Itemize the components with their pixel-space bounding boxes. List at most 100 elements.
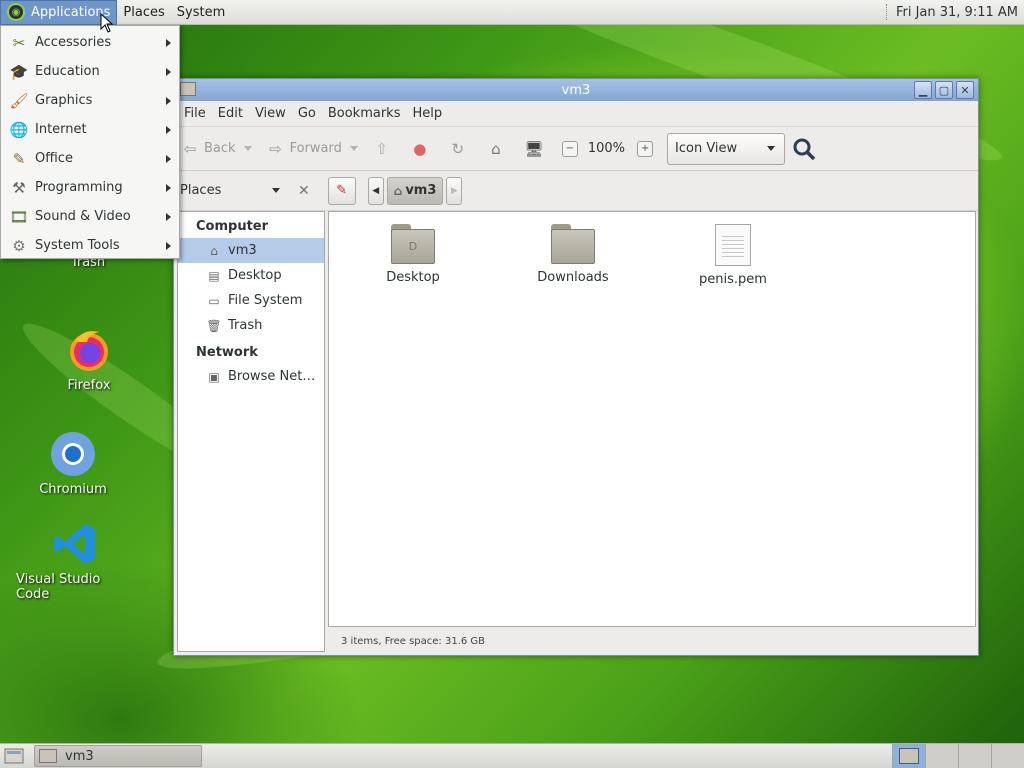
menu-item-label: Accessories	[35, 35, 112, 50]
menu-bookmarks[interactable]: Bookmarks	[322, 106, 407, 121]
desktop-chromium-label: Chromium	[39, 482, 107, 497]
menu-item-sound-video[interactable]: 🎞 Sound & Video	[1, 202, 179, 231]
menu-edit[interactable]: Edit	[212, 106, 249, 121]
submenu-arrow-icon	[166, 96, 171, 105]
workspace-3[interactable]	[958, 744, 991, 768]
workspace-1[interactable]	[892, 744, 925, 768]
workspace-2[interactable]	[925, 744, 958, 768]
folder-icon	[551, 224, 595, 264]
applications-label: Applications	[31, 4, 111, 20]
chevron-down-icon	[272, 188, 280, 193]
submenu-arrow-icon	[166, 125, 171, 134]
view-mode-select[interactable]: Icon View	[667, 132, 786, 165]
submenu-arrow-icon	[166, 38, 171, 47]
internet-icon: 🌐	[9, 120, 29, 139]
sidebar-item-vm3[interactable]: ⌂ vm3	[178, 238, 324, 263]
back-button[interactable]: ⇦ Back	[180, 139, 252, 159]
file-name: penis.pem	[699, 272, 767, 287]
window-title: vm3	[561, 82, 591, 98]
firefox-icon	[70, 331, 108, 371]
maximize-button[interactable]: ▢	[935, 81, 953, 99]
file-item-penis-pem[interactable]: penis.pem	[673, 224, 793, 287]
menu-help[interactable]: Help	[406, 106, 448, 121]
workspace-4[interactable]	[991, 744, 1024, 768]
menu-item-internet[interactable]: 🌐 Internet	[1, 115, 179, 144]
forward-button[interactable]: ⇨ Forward	[266, 139, 358, 159]
bottom-panel: vm3	[0, 743, 1024, 768]
desktop-firefox[interactable]: Firefox	[58, 326, 120, 393]
close-button[interactable]: ✕	[956, 81, 974, 99]
sidebar-item-trash[interactable]: 🗑 Trash	[178, 313, 324, 338]
status-text: 3 items, Free space: 31.6 GB	[341, 635, 486, 647]
sidebar-item-label: vm3	[228, 243, 257, 258]
desktop-chromium[interactable]: Chromium	[38, 430, 108, 497]
menu-file[interactable]: File	[178, 106, 212, 121]
office-icon: ✎	[12, 149, 26, 168]
reload-icon: ↻	[451, 139, 465, 158]
location-bar: Places ✕ ✎ ◀ ⌂ vm3 ▶	[174, 171, 978, 211]
menu-item-system-tools[interactable]: ⚙ System Tools	[1, 231, 179, 260]
file-name: Downloads	[537, 270, 609, 285]
desktop-firefox-label: Firefox	[67, 378, 111, 393]
home-folder-icon	[180, 82, 196, 96]
places-menu-button[interactable]: Places	[117, 0, 170, 25]
stop-button[interactable]: ●	[410, 139, 434, 159]
menu-item-label: Graphics	[35, 93, 93, 108]
sidebar-mode-select[interactable]: Places	[180, 178, 280, 204]
file-manager-window: vm3 ▁ ▢ ✕ File Edit View Go Bookmarks He…	[173, 78, 979, 656]
menu-view[interactable]: View	[249, 106, 292, 121]
zoom-in-button[interactable]: +	[637, 140, 654, 157]
status-bar: 3 items, Free space: 31.6 GB	[328, 631, 485, 651]
menu-item-programming[interactable]: ⚒ Programming	[1, 173, 179, 202]
menu-item-education[interactable]: 🎓 Education	[1, 57, 179, 86]
menu-go[interactable]: Go	[292, 106, 322, 121]
clock[interactable]: Fri Jan 31, 9:11 AM	[885, 4, 1024, 20]
up-button[interactable]: ⇧	[372, 139, 396, 159]
show-desktop-button[interactable]	[2, 745, 26, 767]
home-button[interactable]: ⌂	[486, 139, 510, 159]
mouse-pointer-icon	[100, 13, 114, 33]
menu-item-accessories[interactable]: ✂ Accessories	[1, 28, 179, 57]
menu-item-label: Education	[35, 64, 100, 79]
menu-item-graphics[interactable]: 🖌 Graphics	[1, 86, 179, 115]
chevron-right-icon: ▶	[450, 185, 458, 196]
window-menubar: File Edit View Go Bookmarks Help	[174, 101, 978, 127]
menu-item-office[interactable]: ✎ Office	[1, 144, 179, 173]
close-sidebar-icon[interactable]: ✕	[298, 183, 310, 199]
taskbar-item-vm3[interactable]: vm3	[34, 745, 202, 767]
chevron-down-icon	[767, 146, 776, 151]
search-button[interactable]	[791, 136, 817, 162]
vscode-icon	[54, 524, 95, 564]
crumb-scroll-left-button[interactable]: ◀	[367, 176, 384, 205]
zoom-out-button[interactable]: −	[561, 140, 578, 157]
chromium-icon	[51, 432, 95, 476]
sidebar-heading-computer: Computer	[196, 218, 269, 234]
breadcrumb-vm3[interactable]: ⌂ vm3	[386, 176, 444, 205]
chevron-left-icon: ◀	[372, 185, 380, 196]
window-titlebar[interactable]: vm3 ▁ ▢ ✕	[174, 79, 978, 101]
file-item-desktop[interactable]: D Desktop	[353, 224, 473, 285]
desktop-vscode[interactable]: Visual Studio Code	[16, 520, 134, 602]
network-icon: ▣	[208, 369, 220, 384]
system-menu-button[interactable]: System	[171, 0, 231, 25]
minimize-button[interactable]: ▁	[914, 81, 932, 99]
sidebar-item-label: Desktop	[228, 268, 282, 283]
toggle-location-entry-button[interactable]: ✎	[327, 176, 356, 205]
computer-button[interactable]: 🖥	[524, 139, 548, 159]
zoom-level[interactable]: 100%	[588, 141, 625, 156]
back-history-dropdown-icon[interactable]	[243, 146, 252, 151]
sound-video-icon: 🎞	[9, 207, 29, 226]
sidebar-item-filesystem[interactable]: ▭ File System	[178, 288, 324, 313]
file-item-downloads[interactable]: Downloads	[513, 224, 633, 285]
menu-item-label: Programming	[35, 180, 123, 195]
sidebar-item-browse-network[interactable]: ▣ Browse Net…	[178, 364, 324, 389]
reload-button[interactable]: ↻	[448, 139, 472, 159]
sidebar-item-desktop[interactable]: ▤ Desktop	[178, 263, 324, 288]
sidebar-item-label: File System	[228, 293, 303, 308]
programming-icon: ⚒	[12, 178, 26, 197]
forward-history-dropdown-icon[interactable]	[349, 146, 358, 151]
file-view[interactable]: D Desktop Downloads penis.pem	[328, 211, 976, 627]
accessories-icon: ✂	[12, 33, 26, 52]
crumb-scroll-right-button[interactable]: ▶	[446, 176, 463, 205]
desktop-vscode-label: Visual Studio Code	[16, 572, 101, 602]
